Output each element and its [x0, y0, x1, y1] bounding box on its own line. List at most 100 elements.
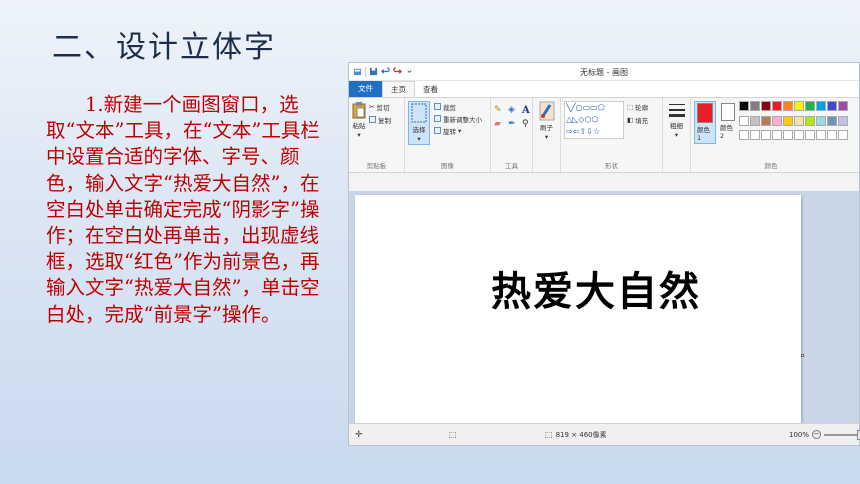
chevron-down-icon: ▾	[544, 133, 549, 141]
ribbon: 粘贴 ▾ ✂ 剪切 复制 剪贴板 选择 ▾ 裁剪 重新调整大小 旋转 ▾ 图像 …	[349, 97, 859, 173]
slide-body-text: 1.新建一个画图窗口，选取“文本”工具，在“文本”工具栏中设置合适的字体、字号、…	[46, 93, 320, 326]
color1-swatch	[697, 103, 713, 123]
shapes-gallery[interactable]: ╲╱○▭▭⬠ △◺◇⬡⬠ ⇨⇦⇧⇩☆	[564, 101, 624, 139]
resize-button[interactable]: 重新调整大小	[434, 113, 482, 124]
zoom-segment: 100% −	[789, 429, 860, 440]
color-palette	[739, 101, 848, 144]
image-dimensions: 819 × 460像素	[555, 430, 607, 439]
fill-icon: ◧	[627, 115, 634, 124]
copy-button[interactable]: 复制	[369, 114, 391, 125]
tab-file[interactable]: 文件	[349, 80, 382, 97]
palette-color-swatch[interactable]	[761, 115, 771, 126]
select-button[interactable]: 选择 ▾	[408, 101, 430, 145]
size-button[interactable]: 粗细 ▾	[666, 101, 687, 139]
fill-bucket-icon[interactable]: ◈	[508, 105, 519, 116]
palette-color-swatch[interactable]	[827, 130, 837, 141]
palette-color-swatch[interactable]	[838, 101, 848, 111]
rotate-button[interactable]: 旋转 ▾	[434, 125, 482, 136]
crosshair-icon: ✛	[355, 429, 363, 440]
palette-color-swatch[interactable]	[827, 101, 837, 111]
select-icon	[411, 103, 427, 123]
palette-color-swatch[interactable]	[816, 101, 826, 111]
cursor-position-segment: ✛	[355, 430, 363, 440]
copy-icon	[369, 116, 376, 123]
palette-color-swatch[interactable]	[816, 130, 826, 141]
scissors-icon: ✂	[369, 102, 375, 111]
palette-color-swatch[interactable]	[783, 115, 793, 126]
palette-color-swatch[interactable]	[772, 101, 782, 111]
shapes-row-2: △◺◇⬡⬠	[566, 115, 599, 124]
palette-color-swatch[interactable]	[783, 101, 793, 111]
shapes-group: ╲╱○▭▭⬠ △◺◇⬡⬠ ⇨⇦⇧⇩☆ ⬚ 轮廓 ◧ 填充 形状	[561, 98, 663, 172]
clipboard-group: 粘贴 ▾ ✂ 剪切 复制 剪贴板	[349, 98, 405, 172]
palette-color-swatch[interactable]	[805, 101, 815, 111]
palette-color-swatch[interactable]	[827, 115, 837, 126]
pencil-icon[interactable]: ✎	[494, 105, 505, 116]
tools-group-label: 工具	[505, 162, 518, 170]
palette-color-swatch[interactable]	[750, 115, 760, 126]
palette-color-swatch[interactable]	[805, 115, 815, 126]
palette-color-swatch[interactable]	[772, 130, 782, 141]
colors-group: 颜色 1 颜色 2 颜色	[691, 98, 851, 172]
outline-button[interactable]: ⬚ 轮廓	[627, 101, 648, 112]
zoom-level: 100%	[789, 430, 810, 439]
canvas-area: 热爱大自然	[349, 191, 859, 423]
palette-color-swatch[interactable]	[816, 115, 826, 126]
text-tool-icon[interactable]: A	[522, 105, 533, 116]
shapes-row-3: ⇨⇦⇧⇩☆	[566, 127, 600, 136]
title-bar: 无标题 - 画图	[349, 63, 859, 81]
resize-icon	[434, 115, 441, 122]
palette-color-swatch[interactable]	[838, 130, 848, 141]
brush-icon	[539, 101, 554, 121]
rotate-icon	[434, 127, 441, 134]
slide-title: 二、设计立体字	[52, 30, 276, 65]
palette-color-swatch[interactable]	[739, 115, 749, 126]
palette-color-swatch[interactable]	[739, 101, 749, 111]
palette-color-swatch[interactable]	[750, 130, 760, 141]
size-group: 粗细 ▾	[663, 98, 691, 172]
drawing-canvas[interactable]: 热爱大自然	[355, 195, 801, 423]
palette-color-swatch[interactable]	[805, 130, 815, 141]
palette-color-swatch[interactable]	[761, 130, 771, 141]
palette-color-swatch[interactable]	[838, 115, 848, 126]
chevron-down-icon: ▾	[417, 135, 421, 143]
ribbon-tabs: 文件 主页 查看	[349, 80, 859, 97]
color2-button[interactable]: 颜色 2	[720, 101, 735, 144]
brushes-button[interactable]: 刷子 ▾	[536, 101, 557, 141]
color1-button[interactable]: 颜色 1	[694, 101, 716, 144]
cut-button[interactable]: ✂ 剪切	[369, 101, 391, 112]
zoom-out-icon[interactable]: −	[812, 430, 822, 439]
color-picker-icon[interactable]: ✒	[508, 119, 519, 129]
image-group: 选择 ▾ 裁剪 重新调整大小 旋转 ▾ 图像	[405, 98, 491, 172]
canvas-resize-handle[interactable]	[801, 354, 804, 357]
crop-button[interactable]: 裁剪	[434, 101, 482, 112]
palette-color-swatch[interactable]	[794, 101, 804, 111]
image-size-segment: ⬚ 819 × 460像素	[545, 430, 607, 440]
outline-icon: ⬚	[627, 102, 634, 111]
color2-swatch	[720, 103, 735, 121]
selection-icon: ⬚	[449, 430, 457, 439]
chevron-down-icon: ▾	[674, 131, 679, 139]
palette-color-swatch[interactable]	[750, 101, 760, 111]
shapes-group-label: 形状	[605, 162, 618, 170]
canvas-text: 热爱大自然	[491, 268, 701, 315]
palette-color-swatch[interactable]	[783, 130, 793, 141]
crop-icon	[434, 103, 441, 110]
chevron-down-icon: ▾	[357, 131, 361, 139]
zoom-slider[interactable]	[824, 429, 860, 440]
magnifier-icon[interactable]: ⚲	[522, 119, 533, 129]
palette-color-swatch[interactable]	[794, 130, 804, 141]
fill-button[interactable]: ◧ 填充	[627, 114, 648, 125]
eraser-icon[interactable]: ▰	[494, 119, 505, 129]
palette-color-swatch[interactable]	[739, 130, 749, 141]
paste-button[interactable]: 粘贴 ▾	[352, 101, 366, 139]
palette-color-swatch[interactable]	[772, 115, 782, 126]
brushes-group: 刷子 ▾	[533, 98, 561, 172]
paint-window: 无标题 - 画图 文件 主页 查看 粘贴 ▾ ✂ 剪切 复制 剪贴板 选择 ▾ …	[348, 62, 860, 446]
tab-view[interactable]: 查看	[415, 82, 446, 97]
palette-color-swatch[interactable]	[761, 101, 771, 111]
palette-color-swatch[interactable]	[794, 115, 804, 126]
selection-size-segment: ⬚	[449, 430, 457, 439]
image-group-label: 图像	[441, 162, 454, 170]
tab-home[interactable]: 主页	[382, 81, 415, 97]
